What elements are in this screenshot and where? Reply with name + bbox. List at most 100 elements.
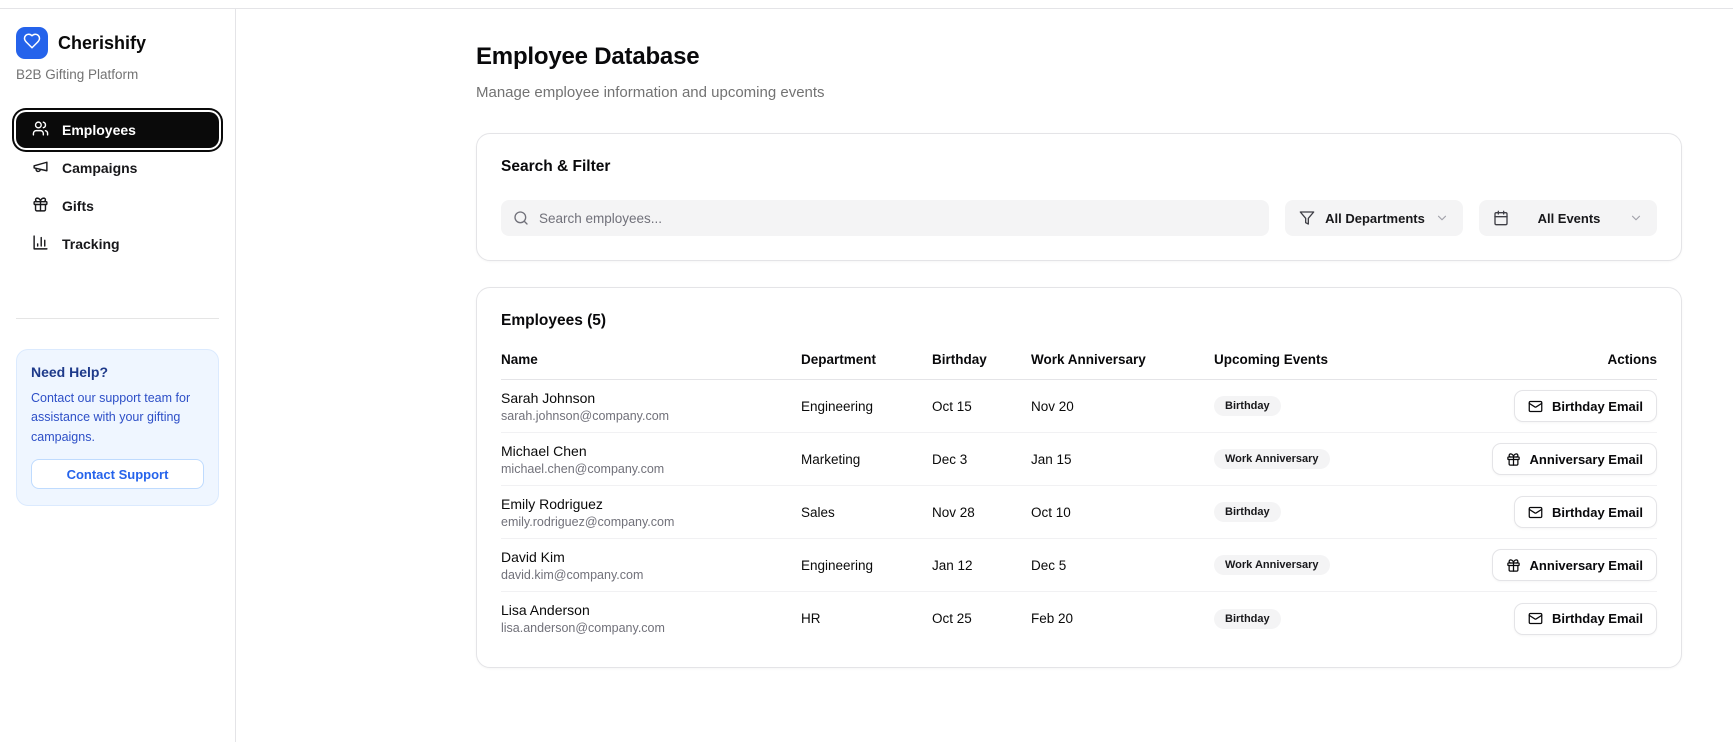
mail-icon	[1528, 400, 1543, 412]
column-header-birthday: Birthday	[932, 352, 987, 367]
sidebar-item-label: Tracking	[62, 236, 120, 252]
column-header-actions: Actions	[1607, 352, 1657, 367]
birthday-email-button[interactable]: Birthday Email	[1513, 390, 1657, 422]
table-row: Michael Chen michael.chen@company.com Ma…	[501, 433, 1657, 486]
page-subtitle: Manage employee information and upcoming…	[476, 84, 825, 101]
help-card: Need Help? Contact our support team for …	[16, 349, 219, 507]
sidebar-item-gifts[interactable]: Gifts	[16, 188, 219, 224]
gift-icon	[1506, 558, 1520, 572]
employee-event-cell: Birthday	[1214, 608, 1457, 629]
app-root: Cherishify B2B Gifting Platform Employee…	[0, 9, 1733, 742]
employee-email: emily.rodriguez@company.com	[501, 514, 675, 529]
event-badge: Birthday	[1214, 502, 1281, 522]
table-row: Lisa Anderson lisa.anderson@company.com …	[501, 592, 1657, 645]
employee-email: lisa.anderson@company.com	[501, 621, 665, 635]
filter-row: All Departments All Events	[501, 200, 1657, 236]
sidebar-item-employees[interactable]: Employees	[16, 112, 219, 148]
employee-email: sarah.johnson@company.com	[501, 408, 670, 423]
employee-email: david.kim@company.com	[501, 567, 644, 582]
employee-birthday: Oct 15	[932, 398, 972, 414]
event-badge: Work Anniversary	[1214, 555, 1330, 575]
mail-icon	[1528, 612, 1543, 625]
employee-department: Marketing	[801, 451, 861, 467]
megaphone-icon	[32, 158, 49, 178]
employee-name-cell: David Kim david.kim@company.com	[501, 549, 801, 582]
calendar-icon	[1494, 210, 1508, 226]
birthday-email-button[interactable]: Birthday Email	[1513, 496, 1657, 528]
employee-name: Lisa Anderson	[501, 602, 590, 618]
employee-department: Engineering	[801, 398, 874, 414]
search-field-wrap	[501, 200, 1269, 236]
event-badge: Birthday	[1214, 396, 1281, 416]
sidebar-item-tracking[interactable]: Tracking	[16, 226, 219, 262]
employee-birthday: Dec 3	[932, 451, 968, 467]
anniversary-email-button[interactable]: Anniversary Email	[1491, 549, 1657, 581]
heart-icon	[23, 32, 41, 55]
anniversary-email-button[interactable]: Anniversary Email	[1491, 443, 1657, 475]
main-content: Employee Database Manage employee inform…	[236, 9, 1733, 742]
brand: Cherishify	[16, 27, 219, 59]
gift-icon	[32, 196, 49, 216]
employee-anniversary: Jan 15	[1031, 451, 1072, 467]
department-filter-value: All Departments	[1325, 210, 1425, 226]
employee-anniversary: Oct 10	[1031, 504, 1071, 520]
search-input[interactable]	[501, 200, 1269, 236]
sidebar-item-label: Gifts	[62, 198, 94, 214]
employee-actions-cell: Anniversary Email	[1457, 443, 1657, 475]
employee-department: Engineering	[801, 557, 874, 573]
sidebar: Cherishify B2B Gifting Platform Employee…	[0, 9, 236, 742]
employee-name: Sarah Johnson	[501, 389, 596, 406]
mail-icon	[1528, 506, 1543, 518]
action-button-label: Birthday Email	[1551, 504, 1643, 520]
employee-department: HR	[801, 611, 821, 626]
search-filter-card: Search & Filter All Departments All Even…	[476, 133, 1682, 261]
action-button-label: Anniversary Email	[1529, 451, 1643, 467]
brand-tagline: B2B Gifting Platform	[16, 67, 139, 82]
employee-event-cell: Birthday	[1214, 502, 1457, 522]
gift-icon	[1506, 452, 1520, 466]
brand-name: Cherishify	[58, 32, 147, 53]
employee-name: David Kim	[501, 548, 565, 565]
event-filter-select[interactable]: All Events	[1479, 200, 1657, 236]
employee-actions-cell: Anniversary Email	[1457, 549, 1657, 581]
birthday-email-button[interactable]: Birthday Email	[1513, 602, 1657, 635]
chevron-down-icon	[1631, 215, 1641, 221]
employee-anniversary: Dec 5	[1031, 557, 1067, 573]
table-row: David Kim david.kim@company.com Engineer…	[501, 539, 1657, 592]
sidebar-item-campaigns[interactable]: Campaigns	[16, 150, 219, 186]
column-header-events: Upcoming Events	[1214, 352, 1329, 367]
filter-icon	[1299, 211, 1315, 225]
employee-name: Michael Chen	[501, 442, 587, 459]
column-header-department: Department	[801, 352, 877, 367]
department-filter-select[interactable]: All Departments	[1285, 200, 1463, 236]
table-header-row: Name Department Birthday Work Anniversar…	[501, 352, 1657, 380]
employee-actions-cell: Birthday Email	[1457, 496, 1657, 528]
action-button-label: Anniversary Email	[1529, 557, 1643, 573]
column-header-anniversary: Work Anniversary	[1031, 352, 1146, 367]
chevron-down-icon	[1437, 215, 1447, 221]
help-card-title: Need Help?	[31, 364, 109, 380]
brand-logo	[16, 27, 48, 59]
employee-event-cell: Work Anniversary	[1214, 555, 1457, 575]
employee-event-cell: Work Anniversary	[1214, 449, 1457, 469]
top-spacer	[0, 0, 1733, 8]
employee-event-cell: Birthday	[1214, 396, 1457, 416]
action-button-label: Birthday Email	[1551, 611, 1643, 626]
sidebar-item-label: Employees	[62, 122, 136, 138]
employee-name: Emily Rodriguez	[501, 495, 603, 512]
employee-birthday: Oct 25	[932, 611, 972, 626]
sidebar-nav: Employees Campaigns Gifts Tracking	[16, 112, 219, 262]
employees-card: Employees (5) Name Department Birthday W…	[476, 287, 1682, 668]
action-button-label: Birthday Email	[1551, 398, 1643, 414]
employee-anniversary: Feb 20	[1031, 611, 1074, 626]
event-badge: Work Anniversary	[1214, 449, 1330, 469]
event-badge: Birthday	[1214, 608, 1281, 629]
event-filter-value: All Events	[1537, 210, 1601, 226]
users-icon	[32, 120, 49, 140]
employee-name-cell: Emily Rodriguez emily.rodriguez@company.…	[501, 496, 801, 529]
bar-chart-icon	[32, 234, 49, 254]
sidebar-divider	[16, 318, 219, 319]
sidebar-item-label: Campaigns	[62, 160, 138, 176]
contact-support-button[interactable]: Contact Support	[31, 459, 204, 490]
column-header-name: Name	[501, 352, 538, 367]
